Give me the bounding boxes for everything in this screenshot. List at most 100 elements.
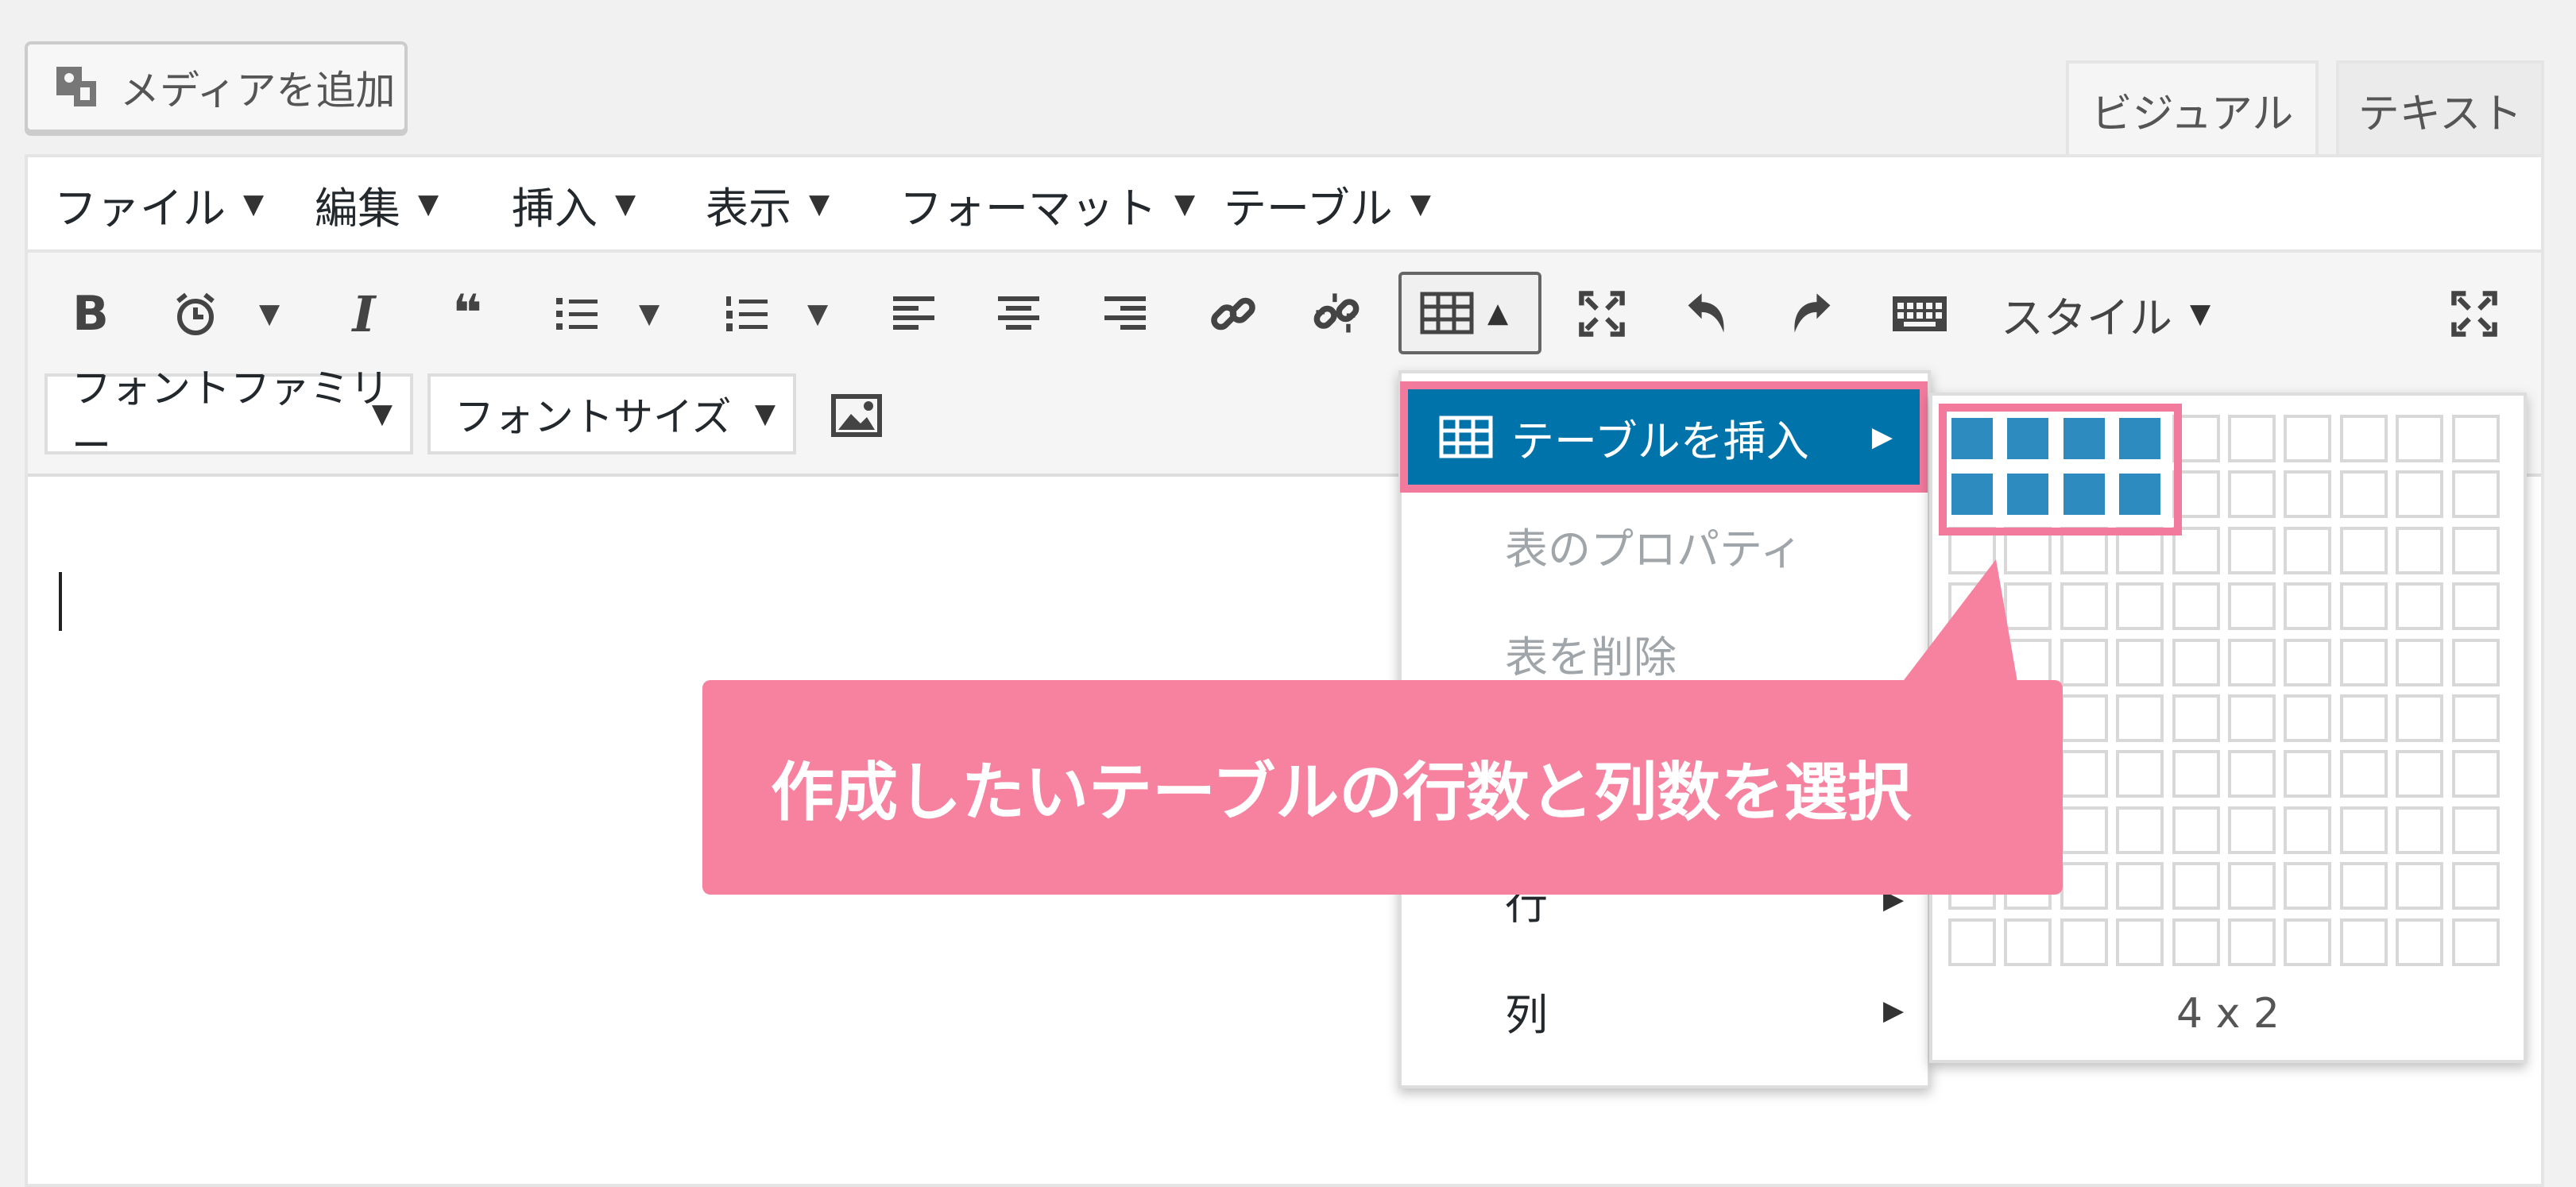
grid-cell[interactable]	[2452, 639, 2500, 686]
grid-cell[interactable]	[2396, 639, 2443, 686]
grid-cell[interactable]	[2116, 862, 2164, 910]
grid-cell[interactable]	[2060, 862, 2108, 910]
chevron-down-icon[interactable]: ▼	[259, 278, 280, 350]
grid-cell[interactable]	[2396, 918, 2443, 966]
grid-cell[interactable]	[2396, 862, 2443, 910]
grid-cell[interactable]	[2396, 582, 2443, 630]
grid-cell[interactable]	[2228, 694, 2276, 742]
grid-cell[interactable]	[2452, 806, 2500, 854]
grid-cell[interactable]	[2340, 750, 2388, 798]
style-dropdown[interactable]: スタイル ▼	[2001, 280, 2210, 348]
grid-cell[interactable]	[2396, 750, 2443, 798]
grid-cell[interactable]	[2116, 750, 2164, 798]
undo-icon[interactable]	[1675, 278, 1739, 350]
grid-cell[interactable]	[2284, 862, 2331, 910]
grid-cell[interactable]	[2228, 639, 2276, 686]
grid-cell[interactable]	[2060, 582, 2108, 630]
grid-cell[interactable]	[2396, 806, 2443, 854]
grid-cell[interactable]	[2452, 750, 2500, 798]
grid-cell[interactable]	[1948, 918, 1996, 966]
clock-icon[interactable]	[164, 278, 227, 350]
align-right-icon[interactable]	[1093, 278, 1157, 350]
grid-cell[interactable]	[2172, 806, 2220, 854]
grid-cell[interactable]	[2228, 527, 2276, 574]
grid-cell[interactable]	[2452, 918, 2500, 966]
grid-cell[interactable]	[2172, 639, 2220, 686]
align-center-icon[interactable]	[987, 278, 1050, 350]
grid-cell[interactable]	[2284, 470, 2331, 518]
grid-cell[interactable]	[2116, 582, 2164, 630]
grid-cell[interactable]	[2340, 582, 2388, 630]
grid-cell[interactable]	[2340, 918, 2388, 966]
grid-cell[interactable]	[2060, 639, 2108, 686]
numbered-list-icon[interactable]	[715, 278, 779, 350]
grid-cell[interactable]	[2452, 694, 2500, 742]
chevron-down-icon[interactable]: ▼	[807, 278, 828, 350]
tab-text[interactable]: テキスト	[2336, 60, 2544, 156]
grid-cell[interactable]	[2004, 918, 2052, 966]
grid-cell[interactable]	[2284, 527, 2331, 574]
align-left-icon[interactable]	[882, 278, 946, 350]
grid-cell[interactable]	[2340, 639, 2388, 686]
tab-visual[interactable]: ビジュアル	[2066, 60, 2319, 156]
grid-cell[interactable]	[2060, 750, 2108, 798]
grid-cell[interactable]	[2060, 806, 2108, 854]
column-item[interactable]: 列	[1505, 971, 1548, 1050]
grid-cell[interactable]	[2060, 918, 2108, 966]
grid-cell[interactable]	[2340, 862, 2388, 910]
grid-cell[interactable]	[2228, 806, 2276, 854]
grid-cell[interactable]	[2284, 694, 2331, 742]
grid-cell[interactable]	[2228, 470, 2276, 518]
grid-cell[interactable]	[2284, 750, 2331, 798]
grid-cell[interactable]	[2172, 694, 2220, 742]
grid-cell[interactable]	[2340, 470, 2388, 518]
grid-cell[interactable]	[2452, 470, 2500, 518]
blockquote-icon[interactable]: ❝	[435, 278, 499, 350]
grid-cell[interactable]	[2116, 694, 2164, 742]
grid-cell[interactable]	[2396, 415, 2443, 462]
bold-icon[interactable]: B	[59, 278, 122, 350]
grid-cell[interactable]	[2116, 918, 2164, 966]
grid-cell[interactable]	[2172, 918, 2220, 966]
menu-table[interactable]: テーブル ▼	[1224, 176, 1431, 234]
grid-cell[interactable]	[2284, 582, 2331, 630]
grid-cell[interactable]	[2228, 750, 2276, 798]
link-icon[interactable]	[1201, 278, 1265, 350]
grid-cell[interactable]	[2340, 694, 2388, 742]
expand-icon[interactable]	[2443, 278, 2506, 350]
redo-icon[interactable]	[1780, 278, 1843, 350]
grid-cell[interactable]	[2172, 862, 2220, 910]
grid-cell[interactable]	[2452, 415, 2500, 462]
grid-cell[interactable]	[2284, 415, 2331, 462]
grid-cell[interactable]	[2060, 694, 2108, 742]
grid-cell[interactable]	[2452, 527, 2500, 574]
grid-cell[interactable]	[2340, 527, 2388, 574]
grid-cell[interactable]	[2452, 582, 2500, 630]
grid-cell[interactable]	[2340, 806, 2388, 854]
grid-cell[interactable]	[2452, 862, 2500, 910]
grid-cell[interactable]	[2228, 918, 2276, 966]
add-media-button[interactable]: メディアを追加	[25, 41, 408, 133]
menu-format[interactable]: フォーマット ▼	[899, 176, 1195, 234]
grid-cell[interactable]	[2396, 527, 2443, 574]
menu-view[interactable]: 表示 ▼	[706, 176, 830, 234]
menu-edit[interactable]: 編集 ▼	[315, 176, 439, 234]
grid-cell[interactable]	[2284, 806, 2331, 854]
menu-insert[interactable]: 挿入 ▼	[512, 176, 636, 234]
fullscreen-icon[interactable]	[1570, 278, 1634, 350]
grid-cell[interactable]	[2228, 862, 2276, 910]
grid-cell[interactable]	[2284, 918, 2331, 966]
image-icon[interactable]	[825, 380, 888, 451]
grid-cell[interactable]	[2172, 582, 2220, 630]
insert-table-item[interactable]: テーブルを挿入 ▶	[1400, 381, 1928, 493]
grid-cell[interactable]	[2116, 639, 2164, 686]
italic-icon[interactable]: I	[332, 278, 396, 350]
grid-cell[interactable]	[2172, 750, 2220, 798]
chevron-down-icon[interactable]: ▼	[639, 278, 659, 350]
font-family-select[interactable]: フォントファミリー ▼	[44, 365, 413, 469]
font-size-select[interactable]: フォントサイズ ▼	[427, 373, 796, 454]
unlink-icon[interactable]	[1305, 278, 1368, 350]
grid-cell[interactable]	[2340, 415, 2388, 462]
bullet-list-icon[interactable]	[545, 278, 609, 350]
menu-file[interactable]: ファイル ▼	[54, 176, 264, 234]
